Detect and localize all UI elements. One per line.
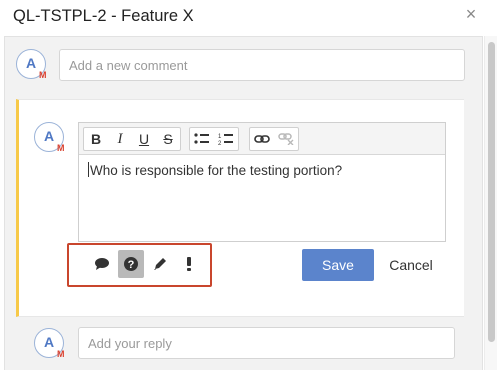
strikethrough-button[interactable]: S bbox=[156, 128, 180, 150]
question-circle-icon[interactable]: ? bbox=[118, 250, 144, 278]
reply-input[interactable]: Add your reply bbox=[78, 327, 455, 359]
svg-text:2: 2 bbox=[218, 141, 222, 146]
cancel-button[interactable]: Cancel bbox=[384, 249, 438, 281]
italic-button[interactable]: I bbox=[108, 128, 132, 150]
avatar: A M bbox=[34, 328, 65, 359]
numbered-list-icon[interactable]: 12 bbox=[214, 128, 238, 150]
avatar-initial: A bbox=[25, 55, 37, 71]
avatar: A M bbox=[16, 49, 47, 80]
dialog-header: QL-TSTPL-2 - Feature X × bbox=[0, 0, 497, 33]
close-icon[interactable]: × bbox=[463, 5, 479, 23]
new-comment-input[interactable]: Add a new comment bbox=[59, 49, 465, 81]
exclamation-icon[interactable] bbox=[176, 250, 202, 278]
avatar-initial: A bbox=[43, 128, 55, 144]
text-caret bbox=[88, 162, 89, 177]
list-group: 12 bbox=[189, 127, 239, 151]
avatar-badge: M bbox=[57, 143, 65, 153]
avatar: A M bbox=[34, 122, 65, 153]
pencil-icon[interactable] bbox=[147, 250, 173, 278]
avatar-initial: A bbox=[43, 334, 55, 350]
speech-bubble-icon[interactable] bbox=[89, 250, 115, 278]
svg-text:?: ? bbox=[128, 259, 135, 271]
unlink-icon[interactable] bbox=[274, 128, 298, 150]
link-icon[interactable] bbox=[250, 128, 274, 150]
scrollbar-thumb[interactable] bbox=[488, 42, 495, 342]
editor-toolbar: B I U S 12 bbox=[79, 123, 445, 155]
avatar-badge: M bbox=[57, 349, 65, 359]
comment-text-area[interactable]: Who is responsible for the testing porti… bbox=[79, 156, 445, 241]
rich-text-editor: B I U S 12 Who is responsible for the te… bbox=[78, 122, 446, 242]
scrollbar[interactable] bbox=[484, 36, 497, 370]
format-group: B I U S bbox=[83, 127, 181, 151]
dialog-title: QL-TSTPL-2 - Feature X bbox=[13, 7, 194, 25]
underline-button[interactable]: U bbox=[132, 128, 156, 150]
save-button[interactable]: Save bbox=[302, 249, 374, 281]
new-comment-placeholder: Add a new comment bbox=[69, 57, 188, 73]
avatar-badge: M bbox=[39, 70, 47, 80]
bold-button[interactable]: B bbox=[84, 128, 108, 150]
link-group bbox=[249, 127, 299, 151]
comment-text: Who is responsible for the testing porti… bbox=[90, 163, 343, 178]
bulleted-list-icon[interactable] bbox=[190, 128, 214, 150]
reply-placeholder: Add your reply bbox=[88, 335, 172, 351]
svg-text:1: 1 bbox=[218, 134, 222, 140]
